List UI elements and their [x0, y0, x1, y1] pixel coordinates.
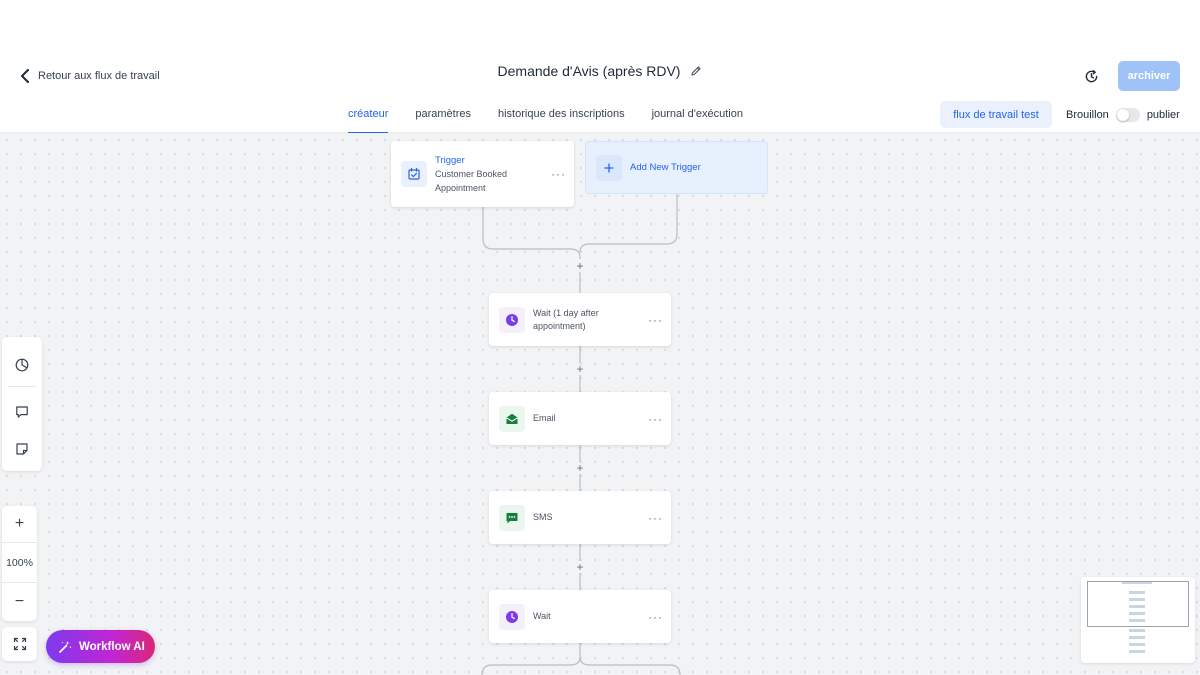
plus-icon	[596, 154, 622, 181]
zoom-in-button[interactable]: +	[2, 506, 37, 542]
zoom-controls: + 100% −	[2, 506, 37, 621]
zoom-out-button[interactable]: −	[2, 584, 37, 620]
zoom-level: 100%	[6, 557, 33, 569]
calendar-check-icon	[401, 161, 427, 187]
minimap-node	[1129, 629, 1145, 632]
zoom-divider	[2, 542, 37, 543]
fit-view-button[interactable]	[2, 627, 37, 661]
add-step-button[interactable]: +	[574, 260, 586, 272]
minimap-viewport[interactable]	[1087, 581, 1189, 627]
version-history-button[interactable]	[1080, 65, 1102, 87]
comment-button[interactable]	[2, 394, 42, 430]
action-more-menu[interactable]: ···	[648, 511, 663, 525]
comment-icon	[16, 406, 28, 418]
clock-icon	[499, 603, 525, 630]
zoom-divider	[2, 582, 37, 583]
canvas-side-toolbar	[2, 337, 42, 471]
draft-label: Brouillon	[1066, 109, 1109, 121]
tab-settings[interactable]: paramètres	[405, 104, 481, 133]
magic-wand-icon	[59, 640, 72, 653]
trigger-node[interactable]: Trigger Customer Booked Appointment ···	[391, 141, 574, 207]
action-more-menu[interactable]: ···	[648, 610, 663, 624]
minimap[interactable]	[1081, 577, 1195, 663]
action-node-sms[interactable]: SMS ···	[489, 491, 671, 544]
workflow-canvas[interactable]: Trigger Customer Booked Appointment ··· …	[0, 133, 1200, 675]
minimap-node	[1129, 650, 1145, 653]
toolbar-divider	[8, 386, 36, 387]
minimap-node	[1129, 636, 1145, 639]
action-node-email[interactable]: Email ···	[489, 392, 671, 445]
tab-execution-log[interactable]: journal d'exécution	[642, 104, 753, 133]
tab-builder[interactable]: créateur	[338, 104, 398, 134]
action-label: Wait	[533, 611, 551, 621]
trigger-title: Trigger	[435, 154, 465, 166]
workflow-tabs: créateur paramètres historique des inscr…	[338, 104, 760, 134]
action-node-wait-2[interactable]: Wait ···	[489, 590, 671, 643]
action-more-menu[interactable]: ···	[648, 412, 663, 426]
minimap-node	[1129, 643, 1145, 646]
action-label: Email	[533, 413, 556, 423]
workflow-ai-button[interactable]: Workflow AI	[46, 630, 155, 663]
sticky-note-icon	[16, 443, 28, 455]
workflow-title: Demande d'Avis (après RDV)	[497, 63, 681, 79]
history-icon	[1085, 69, 1097, 82]
email-icon	[499, 405, 525, 432]
sticky-note-button[interactable]	[2, 431, 42, 467]
action-more-menu[interactable]: ···	[648, 313, 663, 327]
chat-icon	[499, 504, 525, 531]
workflow-ai-label: Workflow AI	[79, 640, 145, 653]
publish-toggle[interactable]	[1115, 108, 1140, 122]
workflow-header: Retour aux flux de travail Demande d'Avi…	[0, 0, 1200, 134]
add-step-button[interactable]: +	[574, 363, 586, 375]
tab-enrollment-history[interactable]: historique des inscriptions	[488, 104, 635, 133]
add-new-trigger-button[interactable]: Add New Trigger	[585, 141, 768, 194]
archive-button[interactable]: archiver	[1118, 61, 1180, 91]
trigger-more-menu[interactable]: ···	[551, 167, 566, 181]
action-label: Wait (1 day after appointment)	[533, 307, 599, 331]
clock-icon	[499, 306, 525, 333]
expand-icon	[13, 637, 26, 651]
action-label: SMS	[533, 512, 553, 522]
publish-label: publier	[1146, 109, 1180, 121]
add-step-button[interactable]: +	[574, 561, 586, 573]
stats-button[interactable]	[2, 347, 42, 383]
pie-chart-icon	[15, 358, 29, 372]
title-area: Demande d'Avis (après RDV)	[0, 63, 1200, 81]
publish-status: Brouillon publier	[1066, 106, 1180, 124]
add-step-button[interactable]: +	[574, 462, 586, 474]
add-trigger-label: Add New Trigger	[630, 162, 701, 173]
test-workflow-button[interactable]: flux de travail test	[940, 101, 1052, 128]
trigger-subtitle: Customer Booked Appointment	[435, 168, 508, 193]
action-node-wait-1[interactable]: Wait (1 day after appointment) ···	[489, 293, 671, 346]
pencil-icon[interactable]	[690, 65, 702, 77]
